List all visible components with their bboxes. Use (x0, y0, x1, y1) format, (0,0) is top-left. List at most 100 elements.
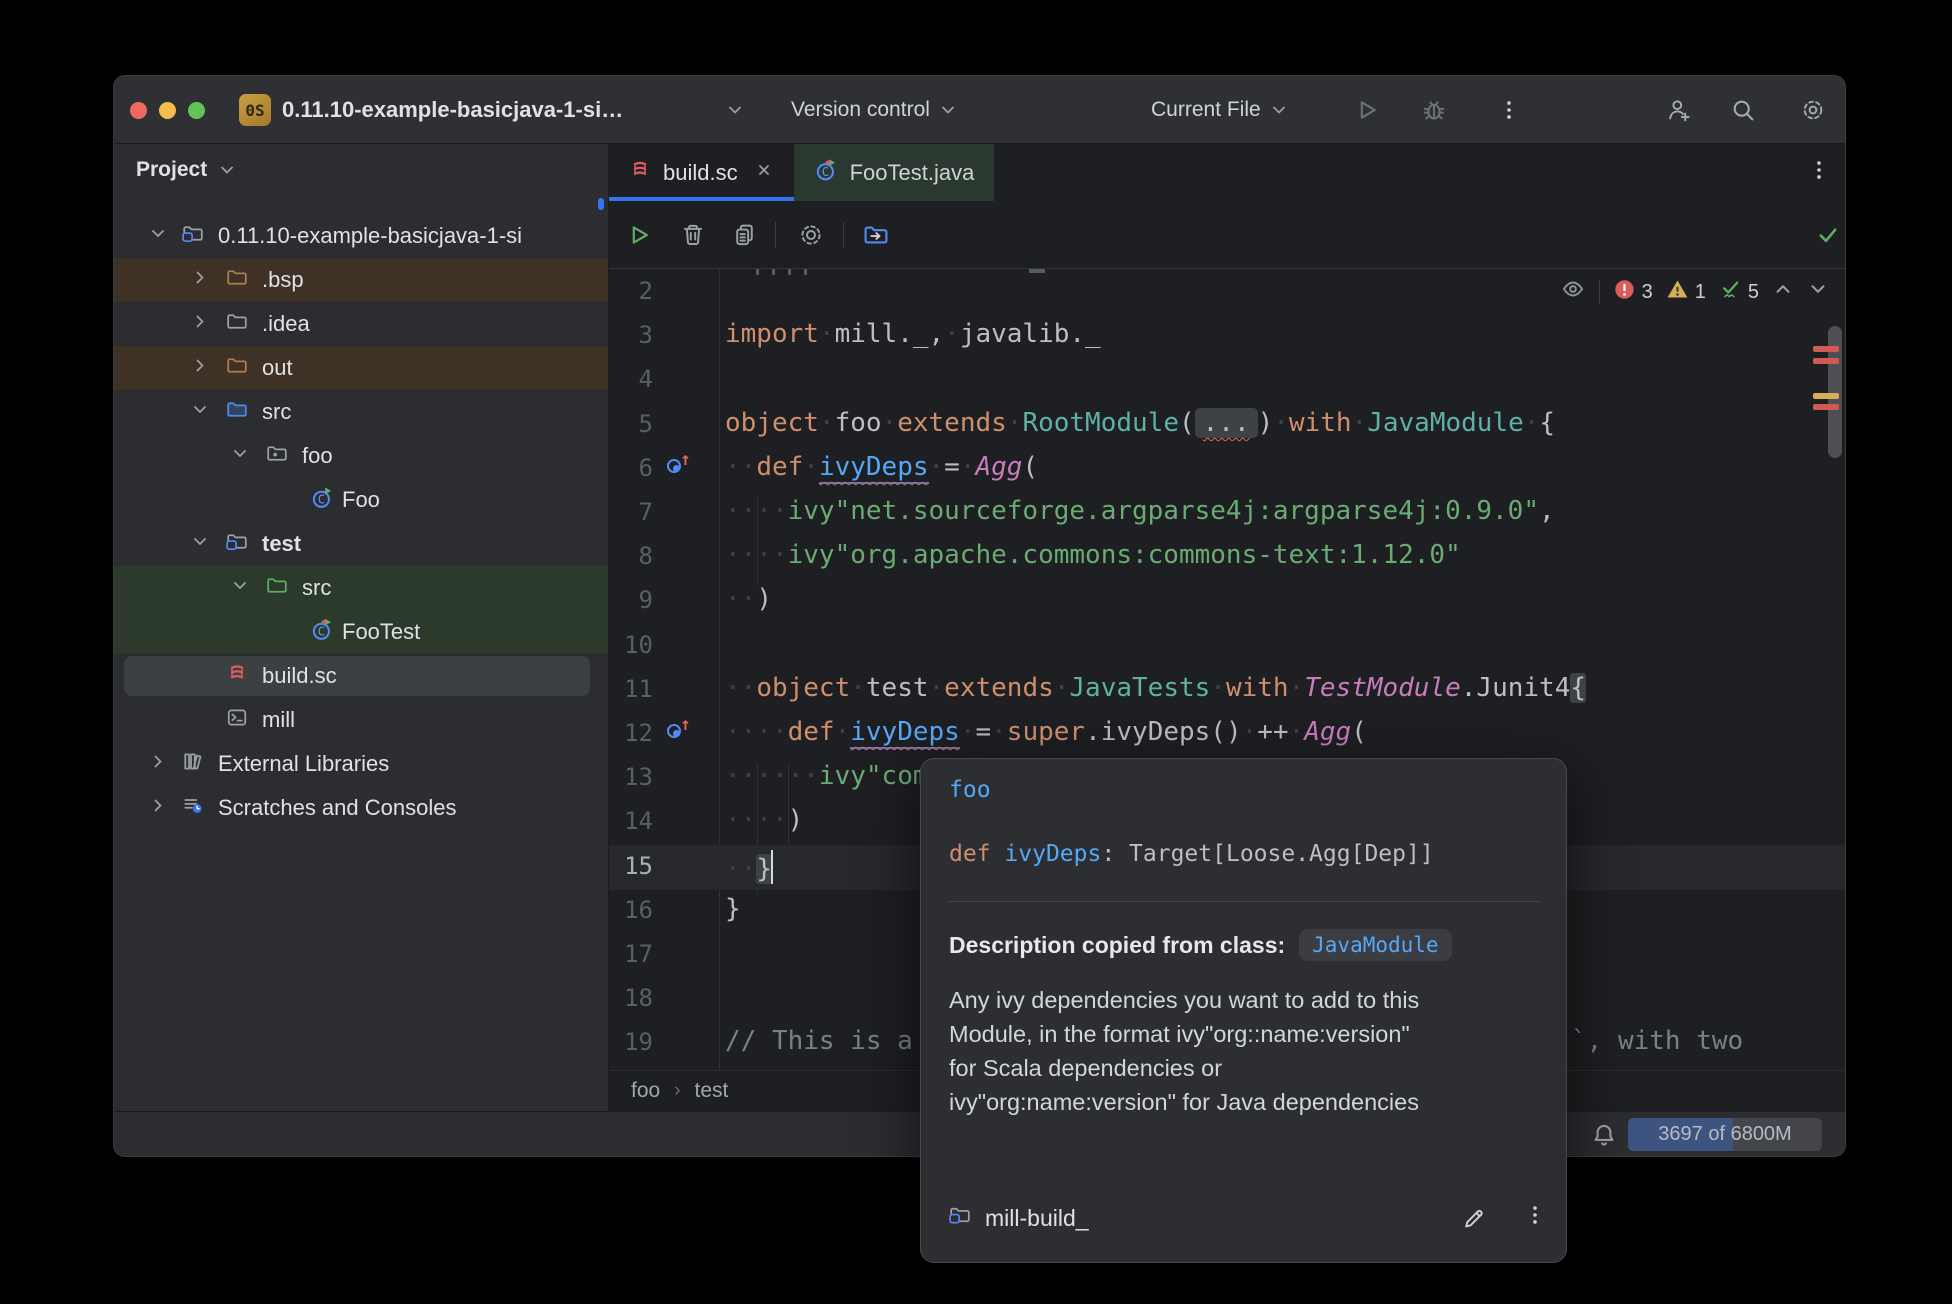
error-badge-icon[interactable] (1613, 278, 1636, 307)
chevron-right-icon[interactable] (190, 268, 210, 293)
code-line-12[interactable]: 12↑····def·ivyDeps·=·super.ivyDeps()·++·… (609, 712, 1845, 757)
folder-excluded-icon (226, 355, 248, 382)
tree-item-footest[interactable]: CFooTest (114, 610, 608, 654)
code-line-5[interactable]: 5object·foo·extends·RootModule(...)·with… (609, 403, 1845, 448)
code-line-3[interactable]: 3import·mill._,·javalib._ (609, 314, 1845, 359)
project-panel-header[interactable]: Project (136, 158, 237, 182)
chevron-down-icon[interactable] (148, 224, 168, 249)
notifications-bell-icon[interactable] (1591, 1122, 1617, 1153)
tree-item-label: src (302, 575, 331, 601)
tree-item--idea[interactable]: .idea (114, 302, 608, 346)
line-number: 12 (609, 719, 653, 747)
run-configuration-label: Current File (1151, 98, 1261, 122)
line-number: 3 (609, 321, 653, 349)
chevron-down-icon[interactable] (190, 532, 210, 557)
run-button[interactable] (1354, 97, 1380, 123)
popup-module-link[interactable]: foo (949, 777, 991, 803)
inspections-widget[interactable]: 3 1 5 (1560, 273, 1829, 311)
close-window-button[interactable] (130, 102, 147, 119)
zoom-window-button[interactable] (188, 102, 205, 119)
tree-item-scratches-and-consoles[interactable]: Scratches and Consoles (114, 786, 608, 830)
tab-build-sc[interactable]: build.sc (609, 144, 794, 201)
version-control-menu[interactable]: Version control (791, 98, 958, 122)
previous-problem-chevron-up-icon[interactable] (1772, 278, 1794, 306)
tree-item-foo[interactable]: foo (114, 434, 608, 478)
error-stripe[interactable] (1813, 404, 1839, 410)
code-line-4[interactable]: 4 (609, 358, 1845, 403)
code-with-me-icon[interactable] (1666, 97, 1692, 123)
titlebar: 0S 0.11.10-example-basicjava-1-si… Versi… (114, 76, 1845, 144)
module-folder-icon (226, 531, 248, 558)
tree-item-build-sc[interactable]: build.sc (114, 654, 608, 698)
line-number: 13 (609, 763, 653, 791)
highlighting-eye-icon[interactable] (1560, 276, 1586, 308)
breadcrumb-foo[interactable]: foo (631, 1079, 660, 1103)
project-chevron-down-icon[interactable] (722, 97, 748, 123)
tree-item-label: Scratches and Consoles (218, 795, 456, 821)
tab-label: FooTest.java (850, 160, 975, 186)
run-script-button[interactable] (626, 222, 652, 248)
chevron-right-icon[interactable] (148, 796, 168, 821)
tree-item-src[interactable]: src (114, 566, 608, 610)
tree-item-foo[interactable]: CFoo (114, 478, 608, 522)
popup-kebab-icon[interactable] (1523, 1203, 1547, 1232)
tree-item-external-libraries[interactable]: External Libraries (114, 742, 608, 786)
more-actions-kebab-icon[interactable] (1496, 97, 1522, 123)
popup-footer-module[interactable]: mill-build_ (985, 1205, 1089, 1232)
popup-description-header: Description copied from class: JavaModul… (949, 929, 1452, 961)
run-configuration-menu[interactable]: Current File (1151, 98, 1289, 122)
tree-item-test[interactable]: test (114, 522, 608, 566)
chevron-down-icon[interactable] (230, 576, 250, 601)
overrides-gutter-icon[interactable]: ↑ (667, 720, 691, 744)
project-avatar[interactable]: 0S (239, 94, 271, 126)
next-problem-chevron-down-icon[interactable] (1807, 278, 1829, 306)
module-folder-icon (949, 1204, 971, 1232)
code-line-9[interactable]: 9··) (609, 579, 1845, 624)
tree-item-0-11-10-example-basicjava-1-si[interactable]: 0.11.10-example-basicjava-1-si (114, 214, 608, 258)
chevron-down-icon[interactable] (230, 444, 250, 469)
tree-item-src[interactable]: src (114, 390, 608, 434)
breadcrumb-test[interactable]: test (695, 1079, 729, 1103)
tree-item-out[interactable]: out (114, 346, 608, 390)
error-stripe[interactable] (1813, 358, 1839, 364)
project-title[interactable]: 0.11.10-example-basicjava-1-si… (282, 97, 623, 123)
tree-item-label: Foo (342, 487, 380, 513)
error-stripe[interactable] (1813, 346, 1839, 352)
line-number: 7 (609, 498, 653, 526)
code-line-7[interactable]: 7 ····ivy"net.sourceforge.argparse4j:argp… (609, 491, 1845, 536)
close-icon[interactable] (754, 160, 774, 186)
memory-indicator[interactable]: 3697 of 6800M (1628, 1118, 1822, 1151)
chevron-down-icon[interactable] (190, 400, 210, 425)
tab-options-kebab-icon[interactable] (1807, 158, 1831, 187)
code-line-11[interactable]: 11··object·test·extends·JavaTests·with·T… (609, 668, 1845, 713)
minimize-window-button[interactable] (159, 102, 176, 119)
copy-icon[interactable] (732, 222, 758, 248)
overrides-gutter-icon[interactable]: ↑ (667, 455, 691, 479)
popup-footer: mill-build_ (949, 1204, 1089, 1232)
code-line-6[interactable]: 6↑··def·ivyDeps·=·Agg( (609, 447, 1845, 492)
edit-pencil-icon[interactable] (1461, 1205, 1487, 1236)
code-text: ····ivy"net.sourceforge.argparse4j:argpa… (725, 496, 1555, 526)
chevron-right-icon[interactable] (190, 356, 210, 381)
search-everywhere-icon[interactable] (1730, 97, 1756, 123)
line-number: 8 (609, 542, 653, 570)
line-number: 2 (609, 277, 653, 305)
javamodule-chip[interactable]: JavaModule (1299, 929, 1451, 961)
passed-check-icon[interactable] (1719, 278, 1742, 307)
warning-badge-icon[interactable] (1666, 278, 1689, 307)
desktop: 0S 0.11.10-example-basicjava-1-si… Versi… (0, 0, 1952, 1304)
sync-folder-icon[interactable] (863, 222, 889, 248)
tree-item--bsp[interactable]: .bsp (114, 258, 608, 302)
tree-item-mill[interactable]: mill (114, 698, 608, 742)
debug-button[interactable] (1421, 97, 1447, 123)
code-line-8[interactable]: 8····ivy"org.apache.commons:commons-text… (609, 535, 1845, 580)
settings-gear-icon[interactable] (798, 222, 824, 248)
code-line-10[interactable]: 10 (609, 624, 1845, 669)
warning-stripe[interactable] (1813, 393, 1839, 399)
chevron-right-icon[interactable] (148, 752, 168, 777)
tab-footest-java[interactable]: C FooTest.java (794, 144, 995, 201)
delete-icon[interactable] (680, 222, 706, 248)
settings-gear-icon[interactable] (1800, 97, 1826, 123)
chevron-right-icon[interactable] (190, 312, 210, 337)
line-number: 4 (609, 365, 653, 393)
